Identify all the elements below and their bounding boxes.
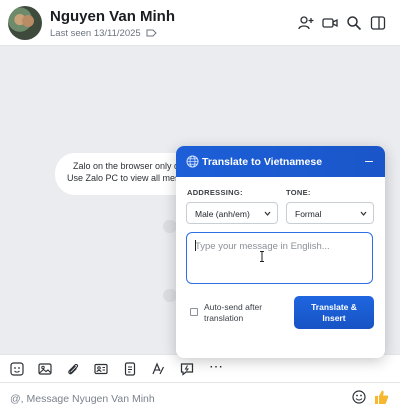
label-tag-icon[interactable] bbox=[146, 29, 157, 37]
contact-name[interactable]: Nguyen Van Minh bbox=[50, 8, 175, 25]
minimize-button[interactable]: – bbox=[362, 153, 376, 168]
quick-message-icon[interactable] bbox=[180, 362, 194, 376]
search-icon[interactable] bbox=[346, 15, 362, 31]
tone-select[interactable]: Formal bbox=[286, 202, 374, 224]
translate-insert-button[interactable]: Translate & Insert bbox=[294, 296, 374, 329]
emoji-icon[interactable] bbox=[352, 390, 366, 404]
image-icon[interactable] bbox=[38, 362, 52, 376]
text-format-icon[interactable] bbox=[151, 362, 165, 376]
sticker-icon[interactable] bbox=[10, 362, 24, 376]
message-input[interactable] bbox=[10, 391, 330, 407]
addressing-label: ADDRESSING: bbox=[187, 188, 243, 197]
tone-value: Formal bbox=[295, 209, 322, 219]
addressing-select[interactable]: Male (anh/em) bbox=[186, 202, 278, 224]
translate-popup-header: Translate to Vietnamese – bbox=[176, 146, 385, 177]
sidebar-toggle-icon[interactable] bbox=[370, 15, 386, 31]
translate-insert-label-line2: Insert bbox=[322, 313, 346, 323]
more-icon[interactable]: ⋯ bbox=[208, 358, 224, 374]
translate-popup: Translate to Vietnamese – ADDRESSING: TO… bbox=[176, 146, 385, 358]
video-call-icon[interactable] bbox=[322, 15, 338, 31]
contact-card-icon[interactable] bbox=[94, 362, 108, 376]
translate-insert-label-line1: Translate & bbox=[311, 302, 357, 312]
auto-send-label: Auto-send after translation bbox=[204, 302, 263, 323]
composer-row bbox=[0, 382, 400, 414]
time-pill bbox=[163, 289, 177, 302]
chevron-down-icon bbox=[264, 211, 271, 216]
add-member-icon[interactable] bbox=[298, 15, 314, 31]
translate-popup-title: Translate to Vietnamese bbox=[202, 156, 323, 168]
time-pill bbox=[163, 220, 177, 233]
text-caret bbox=[195, 240, 196, 251]
globe-icon bbox=[186, 155, 199, 168]
english-message-textarea[interactable]: Type your message in English... bbox=[186, 232, 373, 284]
screenshot-icon[interactable] bbox=[123, 362, 137, 376]
addressing-value: Male (anh/em) bbox=[195, 209, 250, 219]
composer-toolbar: ⋯ bbox=[0, 354, 400, 382]
attachment-icon[interactable] bbox=[66, 362, 80, 376]
chevron-down-icon bbox=[360, 211, 367, 216]
auto-send-checkbox[interactable] bbox=[190, 308, 198, 316]
chat-header: Nguyen Van Minh Last seen 13/11/2025 bbox=[0, 0, 400, 46]
like-icon[interactable] bbox=[373, 389, 389, 405]
avatar[interactable] bbox=[8, 6, 42, 40]
last-seen-status: Last seen 13/11/2025 bbox=[50, 28, 141, 39]
tone-label: TONE: bbox=[286, 188, 311, 197]
ibeam-cursor-icon bbox=[260, 251, 264, 262]
